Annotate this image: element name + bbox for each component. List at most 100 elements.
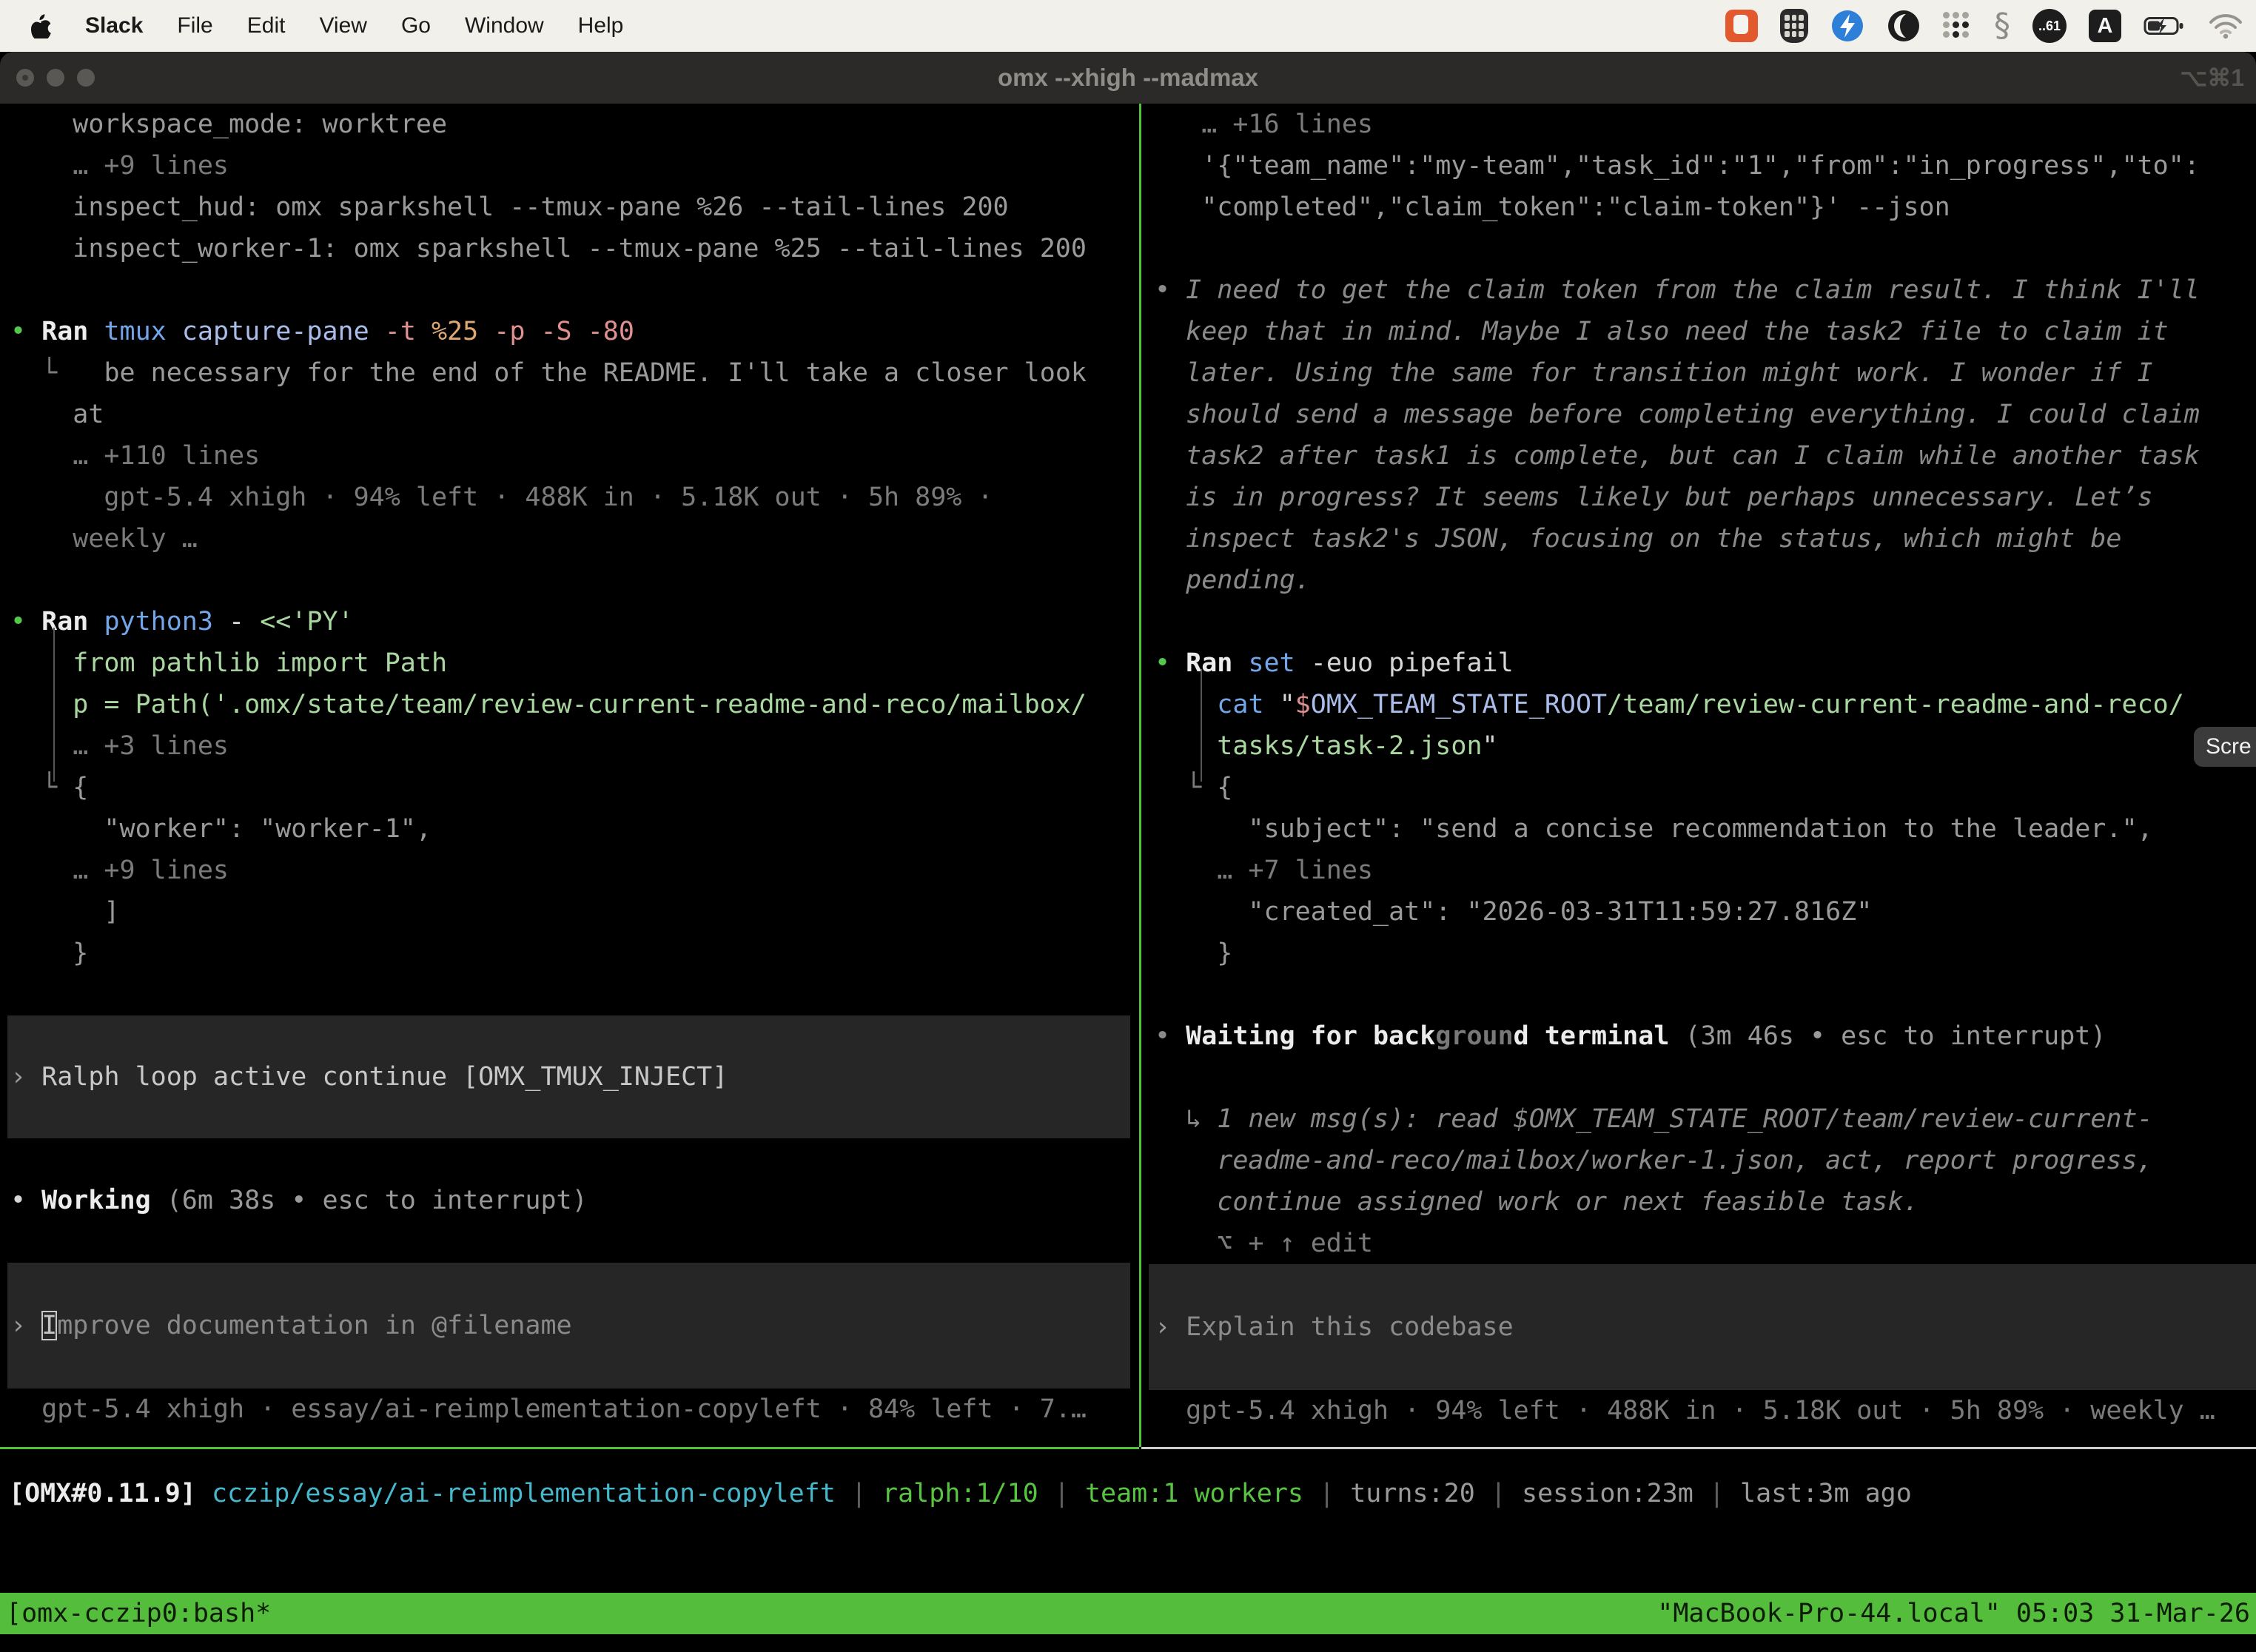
terminal-line: inspect_hud: omx sparkshell --tmux-pane … [10,187,1139,228]
text-segment: › [1155,1312,1186,1342]
terminal-block: workspace_mode: worktree … +9 lines insp… [10,104,1139,1015]
letter-a-icon[interactable]: A [2089,10,2121,42]
terminal-line [10,1138,1139,1180]
terminal-block: gpt-5.4 xhigh · 94% left · 488K in · 5.1… [1155,1390,2256,1431]
dots-grid-icon[interactable] [1943,12,1972,41]
text-segment: Working [41,1186,167,1215]
terminal-line: "created_at": "2026-03-31T11:59:27.816Z" [1155,891,2256,933]
text-segment: -p -S -80 [494,317,634,346]
tmux-status-bar: [omx-cczip0:bash* "MacBook-Pro-44.local"… [0,1593,2256,1634]
text-segment: python3 [104,607,229,637]
text-segment: from pathlib import Path [10,648,447,678]
text-segment: Ran [41,317,104,346]
text-segment: • [10,1186,41,1215]
text-segment [1155,731,1217,761]
text-segment: Ran [1186,648,1248,678]
text-segment: I need to get the claim token from the c… [1186,275,2200,305]
badge-61-icon[interactable]: ..61 [2032,9,2067,43]
menu-item-go[interactable]: Go [401,13,431,38]
left-inject-box[interactable]: › Ralph loop active continue [OMX_TMUX_I… [7,1015,1130,1138]
terminal-line: … +7 lines [1155,850,2256,891]
omx-status-line: [OMX#0.11.9] cczip/essay/ai-reimplementa… [9,1473,2256,1514]
terminal-window: omx --xhigh --madmax ⌥⌘1 workspace_mode:… [0,52,2256,1652]
menu-item-view[interactable]: View [319,13,366,38]
text-segment: capture-pane [182,317,385,346]
terminal-line: should send a message before completing … [1155,394,2256,435]
text-segment: … +16 lines [1155,110,1373,139]
shield-grid-icon[interactable] [1780,9,1808,43]
terminal-line: from pathlib import Path [10,642,1139,684]
text-segment: • [1155,1021,1186,1051]
text-segment: └ [1155,773,1217,802]
text-segment: tasks/task-2.json [1217,731,1482,761]
window-titlebar[interactable]: omx --xhigh --madmax ⌥⌘1 [0,52,2256,104]
text-segment: › [10,1311,41,1340]
text-segment: '{"team_name":"my-team","task_id":"1","f… [1155,151,2200,181]
text-segment: • [1155,275,1186,305]
menu-item-window[interactable]: Window [465,13,544,38]
text-segment: task2 after task1 is complete, but can I… [1155,441,2200,471]
omx-status-segment: | [1303,1479,1350,1508]
terminal-line [10,560,1139,601]
terminal-line: … +9 lines [10,850,1139,891]
text-segment: /team/review-current-readme-and-reco/ [1607,690,2184,719]
screen: { "menubar": { "app_name": "Slack", "ite… [0,0,2256,1652]
text-segment: … +110 lines [10,441,260,471]
terminal-block: • Working (6m 38s • esc to interrupt) [10,1138,1139,1263]
text-segment: › [10,1062,41,1092]
text-segment: - [229,607,260,637]
text-segment: be necessary for the end of the README. … [104,358,1087,388]
terminal-line: } [10,933,1139,974]
terminal-line: … +9 lines [10,145,1139,187]
terminal-line: • I need to get the claim token from the… [1155,269,2256,311]
terminal-line: ] [10,891,1139,933]
chat-badge-icon[interactable] [1725,10,1758,42]
text-segment: mprove documentation in @filename [57,1311,571,1340]
omx-status-segment: team:1 workers [1085,1479,1303,1508]
menu-item-file[interactable]: File [177,13,212,38]
menu-item-slack[interactable]: Slack [85,13,143,38]
text-segment: continue assigned work or next feasible … [1155,1187,1919,1217]
omx-status-segment: session:23m [1522,1479,1693,1508]
squiggle-icon[interactable]: § [1994,10,2010,42]
text-segment: tmux [104,317,181,346]
terminal-line: └ be necessary for the end of the README… [10,352,1139,394]
screen-tooltip: Scre [2194,727,2256,767]
text-segment: gpt-5.4 xhigh · 94% left · 488K in · 5.1… [10,483,993,512]
terminal-line: › Ralph loop active continue [OMX_TMUX_I… [10,1056,1130,1098]
tmux-session-label: [omx-cczip0:bash* [6,1599,271,1628]
text-segment: { [1217,773,1232,802]
text-segment [1155,690,1217,719]
terminal-line: keep that in mind. Maybe I also need the… [1155,311,2256,352]
terminal-line: ↳ 1 new msg(s): read $OMX_TEAM_STATE_ROO… [1155,1098,2256,1140]
menu-bar: Slack File Edit View Go Window Help § ..61 A [0,0,2256,52]
terminal-line [10,974,1139,1015]
left-prompt-input[interactable]: › Improve documentation in @filename [7,1263,1130,1389]
apple-icon[interactable] [31,14,51,38]
text-segment: Ran [41,607,104,637]
terminal-line [1155,974,2256,1015]
text-segment: Ralph loop active continue [OMX_TMUX_INJ… [41,1062,728,1092]
text-segment: inspect_worker-1: omx sparkshell --tmux-… [10,234,1087,263]
terminal-line: "completed","claim_token":"claim-token"}… [1155,187,2256,228]
menu-item-help[interactable]: Help [578,13,624,38]
terminal-line: • Ran python3 - <<'PY' [10,601,1139,642]
right-prompt-input[interactable]: › Explain this codebase [1149,1264,2256,1390]
text-segment: └ [10,773,73,802]
text-segment: ⌥ + ↑ edit [1155,1229,1373,1258]
text-segment: p = Path('.omx/state/team/review-current… [10,690,1087,719]
terminal-line: cat "$OMX_TEAM_STATE_ROOT/team/review-cu… [1155,684,2256,725]
omx-status-segment: [OMX#0.11.9] [9,1479,212,1508]
blue-bolt-icon[interactable] [1830,9,1864,43]
text-segment: " [1280,690,1295,719]
terminal-line: › Explain this codebase [1155,1306,2256,1348]
terminal-line: p = Path('.omx/state/team/review-current… [10,684,1139,725]
text-segment: … +9 lines [10,151,229,181]
text-segment: ↳ [1155,1104,1217,1134]
crescent-icon[interactable] [1887,9,1921,43]
terminal-line: ⌥ + ↑ edit [1155,1223,2256,1264]
battery-charging-icon[interactable] [2143,15,2186,37]
wifi-icon[interactable] [2209,13,2243,39]
tmux-shortcut-hint: ⌥⌘1 [2180,52,2244,104]
menu-item-edit[interactable]: Edit [247,13,286,38]
